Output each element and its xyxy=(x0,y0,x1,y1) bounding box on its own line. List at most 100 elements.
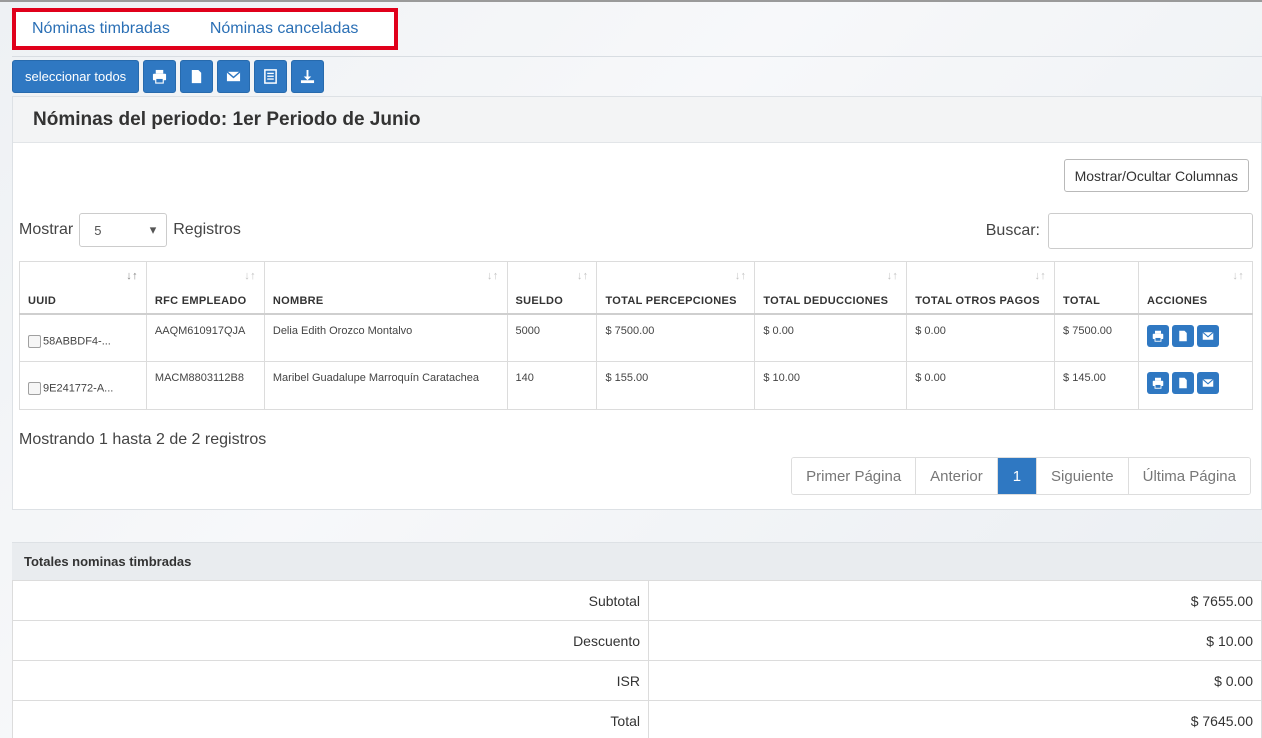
row-actions xyxy=(1146,372,1244,394)
row-file-button[interactable] xyxy=(1171,372,1194,394)
table-row: 9E241772-A... MACM8803112B8 Maribel Guad… xyxy=(19,361,1254,410)
row-email-button[interactable] xyxy=(1196,372,1219,394)
panel-header: Nóminas del periodo: 1er Periodo de Juni… xyxy=(13,97,1261,143)
col-header-nombre[interactable]: ↓↑ NOMBRE xyxy=(263,261,508,315)
col-header-otros-pagos[interactable]: ↓↑ TOTAL OTROS PAGOS xyxy=(906,261,1056,315)
uuid-cell: 58ABBDF4-... xyxy=(43,334,111,347)
sort-icon: ↓↑ xyxy=(576,270,589,282)
page-length-control: Mostrar 5 ▾ Registros xyxy=(19,213,241,247)
total-cell: $ 7500.00 xyxy=(1054,313,1139,362)
print-icon xyxy=(1152,330,1164,342)
page-next-button[interactable]: Siguiente xyxy=(1037,458,1129,494)
print-button[interactable] xyxy=(143,60,177,93)
file-button[interactable] xyxy=(180,60,214,93)
percepciones-cell: $ 7500.00 xyxy=(596,313,756,362)
tab-nominas-timbradas[interactable]: Nóminas timbradas xyxy=(12,8,190,50)
deducciones-cell: $ 10.00 xyxy=(754,361,908,410)
page-length-select[interactable]: 5 ▾ xyxy=(79,213,168,247)
table-row: 58ABBDF4-... AAQM610917QJA Delia Edith O… xyxy=(19,313,1254,362)
page-current-button[interactable]: 1 xyxy=(997,458,1038,494)
tab-divider xyxy=(12,56,1262,57)
page: Nóminas timbradas Nóminas canceladas sel… xyxy=(0,0,1262,738)
row-checkbox[interactable] xyxy=(28,334,41,348)
totals-row: Descuento $ 10.00 xyxy=(12,620,1262,661)
search-control: Buscar: xyxy=(986,213,1253,249)
sort-icon: ↓↑ xyxy=(1034,270,1047,282)
uuid-cell: 9E241772-A... xyxy=(43,382,114,395)
page-length-value: 5 xyxy=(94,222,102,238)
payroll-table: ↓↑ UUID ↓↑ RFC EMPLEADO ↓↑ NOMBRE ↓↑ SUELDO … xyxy=(19,261,1254,410)
list-icon xyxy=(264,69,278,84)
total-cell: $ 145.00 xyxy=(1054,361,1139,410)
sort-icon: ↓↑ xyxy=(734,270,747,282)
totals-header: Totales nominas timbradas xyxy=(12,542,1262,580)
nombre-cell: Delia Edith Orozco Montalvo xyxy=(263,313,508,362)
percepciones-cell: $ 155.00 xyxy=(596,361,756,410)
row-checkbox[interactable] xyxy=(28,382,41,395)
sueldo-cell: 5000 xyxy=(506,313,598,362)
tabs: Nóminas timbradas Nóminas canceladas xyxy=(12,8,378,50)
envelope-icon xyxy=(226,71,241,82)
email-button[interactable] xyxy=(217,60,251,93)
col-header-total: TOTAL xyxy=(1054,261,1139,315)
col-header-acciones[interactable]: ↓↑ ACCIONES xyxy=(1137,261,1254,315)
row-print-button[interactable] xyxy=(1146,324,1169,347)
totals-label: Subtotal xyxy=(12,580,649,621)
col-header-percepciones[interactable]: ↓↑ TOTAL PERCEPCIONES xyxy=(596,261,756,315)
sort-asc-icon: ↓↑ xyxy=(126,270,138,282)
payroll-panel: Nóminas del periodo: 1er Periodo de Juni… xyxy=(12,96,1262,510)
file-icon xyxy=(1179,330,1187,341)
envelope-icon xyxy=(1202,378,1214,387)
totals-value: $ 10.00 xyxy=(648,620,1262,661)
file-icon xyxy=(1179,377,1187,389)
totals-value: $ 7655.00 xyxy=(648,580,1262,621)
col-header-rfc[interactable]: ↓↑ RFC EMPLEADO xyxy=(145,261,265,315)
page-prev-button[interactable]: Anterior xyxy=(916,458,998,494)
chevron-down-icon: ▾ xyxy=(149,222,157,237)
row-email-button[interactable] xyxy=(1196,324,1219,347)
row-actions xyxy=(1146,324,1244,347)
page-last-button[interactable]: Última Página xyxy=(1128,458,1250,494)
rfc-cell: MACM8803112B8 xyxy=(145,361,265,410)
nombre-cell: Maribel Guadalupe Marroquín Caratachea xyxy=(263,361,508,410)
totals-label: Total xyxy=(12,700,649,738)
totals-row: Subtotal $ 7655.00 xyxy=(12,580,1262,621)
list-button[interactable] xyxy=(254,60,288,93)
records-label: Registros xyxy=(173,221,241,238)
download-icon xyxy=(301,69,315,84)
totals-label: Descuento xyxy=(12,620,649,661)
col-header-uuid[interactable]: ↓↑ UUID xyxy=(19,261,147,315)
totals-value: $ 0.00 xyxy=(648,660,1262,701)
pagination: Primer Página Anterior 1 Siguiente Últim… xyxy=(791,457,1251,495)
search-input[interactable] xyxy=(1048,213,1253,249)
sort-icon: ↓↑ xyxy=(1232,270,1244,282)
file-icon xyxy=(191,69,202,84)
col-header-sueldo[interactable]: ↓↑ SUELDO xyxy=(506,261,598,315)
row-file-button[interactable] xyxy=(1171,324,1194,347)
print-icon xyxy=(1152,377,1164,389)
sort-icon: ↓↑ xyxy=(244,270,256,282)
toggle-columns-button[interactable]: Mostrar/Ocultar Columnas xyxy=(1063,159,1249,192)
select-all-button[interactable]: seleccionar todos xyxy=(12,60,140,93)
otros-pagos-cell: $ 0.00 xyxy=(906,361,1056,410)
envelope-icon xyxy=(1202,331,1214,340)
otros-pagos-cell: $ 0.00 xyxy=(906,313,1056,362)
page-first-button[interactable]: Primer Página xyxy=(792,458,917,494)
tab-nominas-canceladas[interactable]: Nóminas canceladas xyxy=(190,8,379,50)
show-label: Mostrar xyxy=(19,221,74,238)
print-icon xyxy=(153,69,167,84)
totals-row: Total $ 7645.00 xyxy=(12,700,1262,738)
row-print-button[interactable] xyxy=(1146,372,1169,394)
toolbar: seleccionar todos xyxy=(12,60,325,93)
sort-icon: ↓↑ xyxy=(486,270,499,282)
panel-title: Nóminas del periodo: 1er Periodo de Juni… xyxy=(33,108,421,130)
sueldo-cell: 140 xyxy=(506,361,598,410)
col-header-deducciones[interactable]: ↓↑ TOTAL DEDUCCIONES xyxy=(754,261,908,315)
totals-value: $ 7645.00 xyxy=(648,700,1262,738)
download-button[interactable] xyxy=(291,60,325,93)
deducciones-cell: $ 0.00 xyxy=(754,313,908,362)
table-info: Mostrando 1 hasta 2 de 2 registros xyxy=(19,431,267,448)
totals-label: ISR xyxy=(12,660,649,701)
table-header-row: ↓↑ UUID ↓↑ RFC EMPLEADO ↓↑ NOMBRE ↓↑ SUELDO … xyxy=(19,261,1254,315)
rfc-cell: AAQM610917QJA xyxy=(145,313,265,362)
